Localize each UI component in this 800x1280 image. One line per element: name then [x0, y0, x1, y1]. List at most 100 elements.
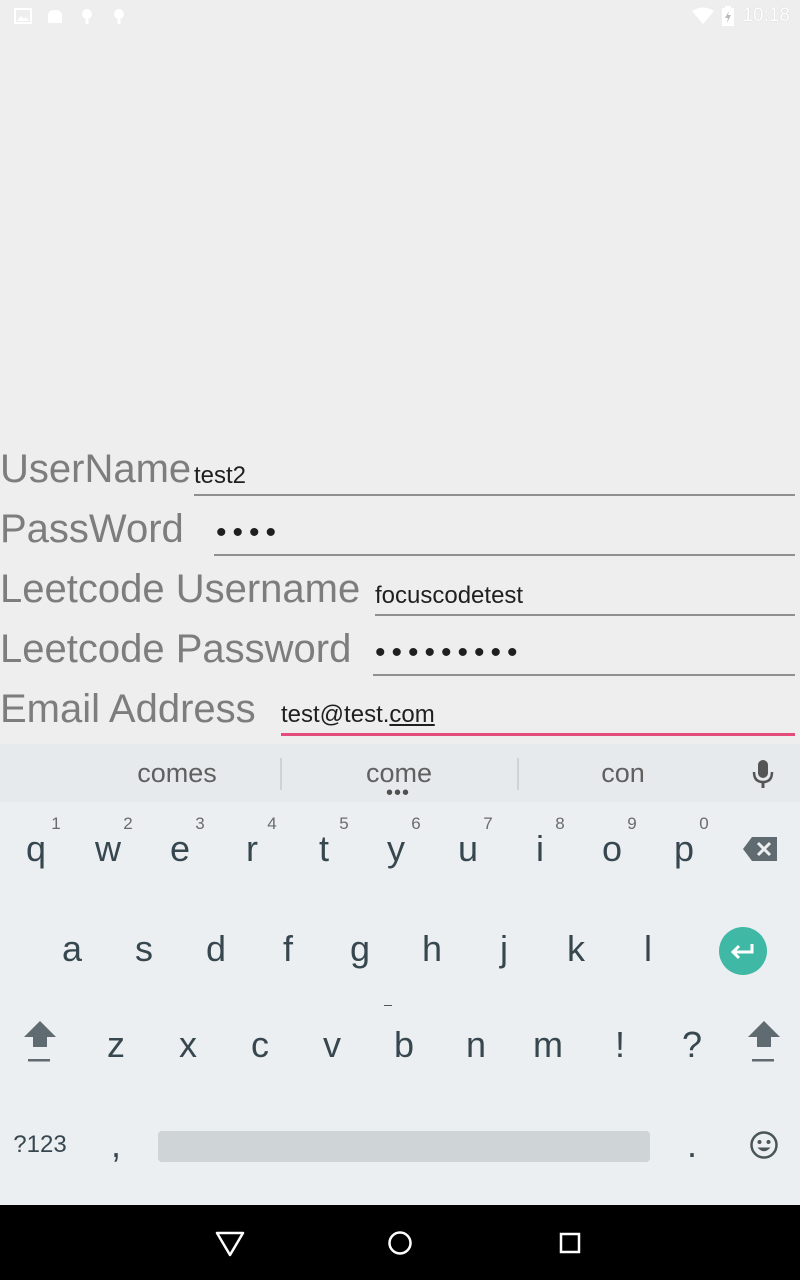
shift-icon — [748, 1021, 780, 1062]
key-x[interactable]: x — [152, 1000, 224, 1090]
leetcode-username-input[interactable]: focuscodetest — [375, 574, 795, 616]
key-label: s — [135, 928, 153, 969]
symbols-key[interactable]: ?123 — [4, 1100, 76, 1190]
image-icon — [14, 8, 32, 24]
email-value-prefix: test@test. — [281, 701, 390, 728]
leetcode-username-label: Leetcode Username — [0, 567, 361, 611]
key-label: h — [421, 928, 443, 969]
key-i[interactable]: 8i — [504, 804, 576, 894]
suggestion-divider — [280, 758, 282, 790]
key-z[interactable]: z — [80, 1000, 152, 1090]
key-s[interactable]: s — [108, 904, 180, 994]
key-a[interactable]: a — [36, 904, 108, 994]
key-label: m — [533, 1024, 563, 1065]
leetcode-password-value: ••••••••• — [375, 636, 524, 669]
key-y[interactable]: 6y — [360, 804, 432, 894]
navigation-bar — [0, 1205, 800, 1280]
leetcode-password-label: Leetcode Password — [0, 627, 352, 671]
key-k[interactable]: k — [540, 904, 612, 994]
battery-charging-icon — [722, 6, 735, 26]
wifi-icon — [692, 7, 715, 24]
email-input[interactable]: test@test.com — [281, 693, 795, 736]
password-row: PassWord •••• — [0, 498, 800, 558]
key-label: u — [457, 828, 479, 869]
password-input[interactable]: •••• — [214, 514, 795, 556]
leetcode-password-row: Leetcode Password ••••••••• — [0, 618, 800, 678]
key-label: q — [25, 828, 47, 869]
shift-icon — [24, 1021, 56, 1062]
period-key[interactable]: . — [656, 1100, 728, 1190]
key-n[interactable]: n — [440, 1000, 512, 1090]
system-status: 10:18 — [692, 5, 790, 27]
suggestion-1[interactable]: comes — [77, 758, 277, 789]
username-label: UserName — [0, 447, 192, 491]
shift-key-right[interactable] — [728, 1000, 800, 1090]
backspace-key[interactable] — [724, 804, 796, 894]
key-label: a — [61, 928, 83, 969]
leetcode-password-input[interactable]: ••••••••• — [373, 634, 795, 676]
key-label: w — [95, 828, 121, 869]
key-label: p — [673, 828, 695, 869]
key-l[interactable]: l — [612, 904, 684, 994]
key-d[interactable]: d — [180, 904, 252, 994]
suggestion-3[interactable]: con — [523, 758, 723, 789]
suggestion-divider — [517, 758, 519, 790]
leetcode-username-value: focuscodetest — [375, 582, 524, 609]
emoji-key[interactable] — [728, 1100, 800, 1190]
key-e[interactable]: 3e — [144, 804, 216, 894]
key-j[interactable]: j — [468, 904, 540, 994]
back-icon[interactable] — [214, 1227, 246, 1259]
key-m[interactable]: m — [512, 1000, 584, 1090]
comma-key[interactable]: , — [80, 1100, 152, 1190]
key-label: y — [387, 828, 405, 869]
shift-key-left[interactable] — [4, 1000, 76, 1090]
notification-icons — [14, 7, 128, 25]
key-u[interactable]: 7u — [432, 804, 504, 894]
key-p[interactable]: 0p — [648, 804, 720, 894]
email-label: Email Address — [0, 687, 256, 731]
key-label: l — [644, 928, 652, 969]
soft-keyboard: comes come ••• con 1q 2w 3e 4r 5t 6y 7u … — [0, 744, 800, 1205]
key-label: , — [110, 1124, 121, 1165]
key-label: c — [251, 1024, 269, 1065]
key-w[interactable]: 2w — [72, 804, 144, 894]
password-label: PassWord — [0, 507, 184, 551]
key-b[interactable]: b — [368, 1000, 440, 1090]
key-label: i — [536, 828, 544, 869]
key-label: k — [567, 928, 585, 969]
key-label: r — [246, 828, 258, 869]
recents-icon[interactable] — [554, 1227, 586, 1259]
email-value-composing: com — [389, 701, 435, 728]
key-label: v — [323, 1024, 341, 1065]
key-g[interactable]: g — [324, 904, 396, 994]
key-t[interactable]: 5t — [288, 804, 360, 894]
key-o[interactable]: 9o — [576, 804, 648, 894]
key-label: e — [169, 828, 191, 869]
android-icon — [48, 10, 62, 23]
key-c[interactable]: c — [224, 1000, 296, 1090]
key-label: b — [393, 1024, 415, 1065]
password-value: •••• — [216, 516, 283, 549]
enter-key[interactable] — [719, 927, 767, 975]
key-q[interactable]: 1q — [0, 804, 72, 894]
key-label: f — [282, 928, 293, 969]
key-h[interactable]: h — [396, 904, 468, 994]
key-v[interactable]: v — [296, 1000, 368, 1090]
email-row: Email Address test@test.com — [0, 678, 800, 738]
username-input[interactable]: test2 — [194, 454, 795, 496]
key-f[interactable]: f — [252, 904, 324, 994]
microphone-icon[interactable] — [750, 758, 776, 790]
status-bar: 10:18 — [0, 0, 800, 34]
enter-icon — [730, 944, 754, 960]
key-label: ? — [681, 1024, 703, 1065]
key-label: z — [107, 1024, 125, 1065]
suggestion-strip: comes come ••• con — [0, 744, 800, 803]
key-exclamation[interactable]: ! — [584, 1000, 656, 1090]
more-suggestions-indicator[interactable]: ••• — [386, 783, 410, 803]
home-icon[interactable] — [384, 1227, 416, 1259]
key-label: ?123 — [13, 1131, 67, 1158]
key-r[interactable]: 4r — [216, 804, 288, 894]
android-debug-icon — [82, 9, 92, 24]
key-question[interactable]: ? — [656, 1000, 728, 1090]
space-bar[interactable] — [158, 1131, 650, 1162]
